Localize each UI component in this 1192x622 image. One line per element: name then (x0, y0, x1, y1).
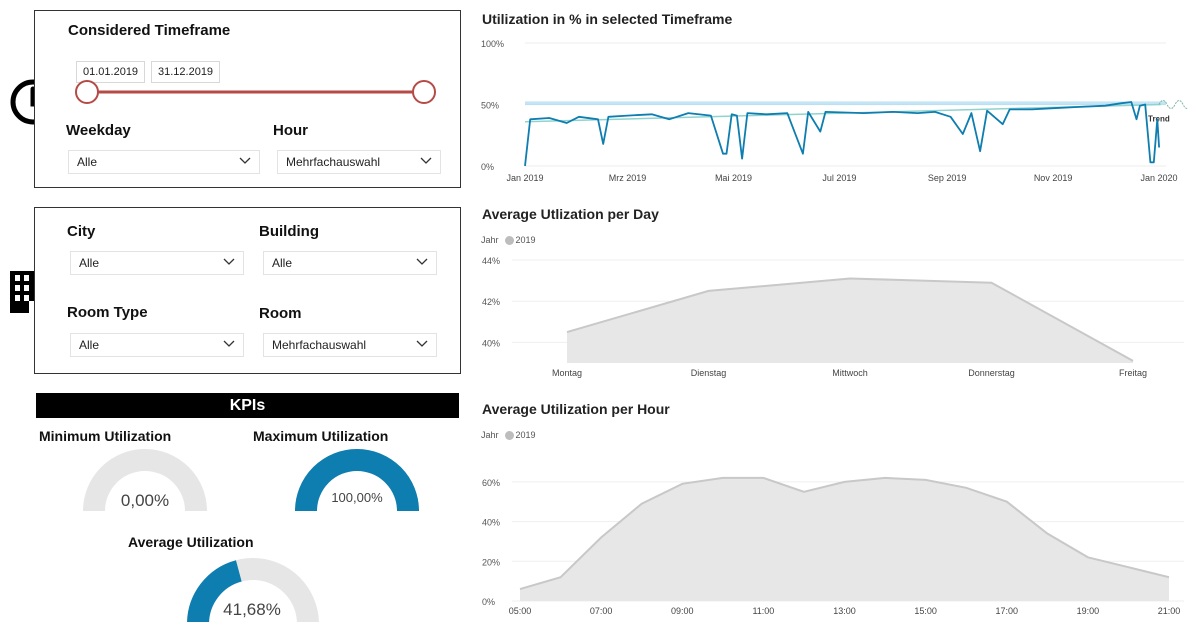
y-tick-label: 42% (482, 297, 500, 307)
y-tick-label: 0% (482, 597, 495, 607)
chevron-down-icon (416, 340, 428, 347)
chevron-down-icon (416, 258, 428, 265)
average-band (525, 101, 1166, 106)
min-utilization-label: Minimum Utilization (39, 428, 172, 444)
trend-label: Trend (1148, 115, 1170, 124)
room-dropdown[interactable]: Mehrfachauswahl (263, 333, 437, 357)
slider-end-handle[interactable] (412, 80, 436, 104)
chart-day-title: Average Utlization per Day (482, 206, 659, 222)
city-dropdown[interactable]: Alle (70, 251, 244, 275)
day-area (567, 278, 1133, 363)
utilization-line (524, 101, 1160, 167)
y-tick-label: 44% (482, 256, 500, 266)
x-tick-label: Jan 2019 (506, 173, 543, 183)
x-tick-label: 13:00 (833, 606, 856, 616)
weekday-dropdown[interactable]: Alle (68, 150, 260, 174)
chevron-down-icon (223, 340, 235, 347)
x-tick-label: Dienstag (691, 368, 727, 378)
avg-utilization-label: Average Utilization (128, 534, 254, 550)
chevron-down-icon (239, 157, 251, 164)
max-utilization-value: 100,00% (331, 490, 383, 505)
hour-value: Mehrfachauswahl (286, 155, 381, 169)
weekday-value: Alle (77, 155, 98, 169)
min-utilization-value: 0,00% (120, 491, 170, 510)
x-tick-label: Mittwoch (832, 368, 868, 378)
x-tick-label: 15:00 (914, 606, 937, 616)
y-tick-label: 60% (482, 478, 500, 488)
y-tick-label: 40% (482, 338, 500, 348)
roomtype-label: Room Type (67, 304, 148, 321)
x-tick-label: Mrz 2019 (609, 173, 647, 183)
x-tick-label: Mai 2019 (715, 173, 752, 183)
y-tick-label: 100% (481, 39, 504, 49)
chevron-down-icon (420, 157, 432, 164)
x-tick-label: Montag (552, 368, 582, 378)
legend-dot-icon (504, 235, 514, 245)
chart-timeframe-title: Utilization in % in selected Timeframe (482, 11, 733, 27)
legend-series: 2019 (515, 430, 536, 440)
kpi-header: KPIs (36, 393, 459, 418)
room-label: Room (259, 305, 302, 322)
timeframe-title: Considered Timeframe (68, 22, 231, 39)
building-value: Alle (272, 256, 293, 270)
x-tick-label: Sep 2019 (928, 173, 967, 183)
city-label: City (67, 223, 96, 240)
weekday-label: Weekday (66, 122, 131, 139)
y-tick-label: 20% (482, 557, 500, 567)
hour-dropdown[interactable]: Mehrfachauswahl (277, 150, 441, 174)
x-tick-label: Nov 2019 (1034, 173, 1073, 183)
chart-day-legend: Jahr 2019 (481, 235, 536, 246)
date-range-slider[interactable] (73, 77, 439, 107)
legend-label: Jahr (481, 235, 499, 245)
avg-utilization-value: 41,68% (223, 600, 281, 619)
max-utilization-label: Maximum Utilization (253, 428, 389, 444)
x-tick-label: 05:00 (509, 606, 532, 616)
location-filter-panel: City Building Alle Alle Room Type Room A… (34, 207, 461, 374)
x-tick-label: 17:00 (995, 606, 1018, 616)
x-tick-label: Jan 2020 (1141, 173, 1178, 183)
chevron-down-icon (223, 258, 235, 265)
city-value: Alle (79, 256, 100, 270)
slider-start-handle[interactable] (75, 80, 99, 104)
y-tick-label: 50% (481, 101, 499, 111)
x-tick-label: 07:00 (590, 606, 613, 616)
timeframe-filter-panel: Considered Timeframe 01.01.2019 31.12.20… (34, 10, 461, 188)
y-tick-label: 0% (481, 162, 494, 172)
x-tick-label: 19:00 (1077, 606, 1100, 616)
chart-hour: 60% 40% 20% 0% 05:00 07:00 09:00 11:00 13:00 15:0… (482, 476, 1184, 616)
y-tick-label: 40% (482, 518, 500, 528)
building-dropdown[interactable]: Alle (263, 251, 437, 275)
chart-day: 44% 42% 40% Montag Dienstag Mittwoch Donnersta… (482, 256, 1184, 378)
x-tick-label: 11:00 (752, 606, 774, 616)
roomtype-value: Alle (79, 338, 100, 352)
roomtype-dropdown[interactable]: Alle (70, 333, 244, 357)
x-tick-label: Donnerstag (968, 368, 1015, 378)
legend-series: 2019 (515, 235, 536, 245)
building-label: Building (259, 223, 319, 240)
x-tick-label: Freitag (1119, 368, 1147, 378)
x-tick-label: Jul 2019 (822, 173, 856, 183)
chart-hour-title: Average Utilization per Hour (482, 401, 670, 417)
hour-area (520, 477, 1169, 601)
x-tick-label: 21:00 (1158, 606, 1181, 616)
legend-dot-icon (504, 430, 514, 440)
kpi-header-label: KPIs (229, 397, 266, 414)
x-tick-label: 09:00 (671, 606, 694, 616)
chart-hour-legend: Jahr 2019 (481, 430, 536, 441)
hour-label: Hour (273, 122, 308, 139)
legend-label: Jahr (481, 430, 499, 440)
room-value: Mehrfachauswahl (272, 338, 367, 352)
chart-timeframe: 100% 50% 0% Trend Jan 2019 Mrz 2019 Mai 2019 Ju… (481, 39, 1188, 183)
